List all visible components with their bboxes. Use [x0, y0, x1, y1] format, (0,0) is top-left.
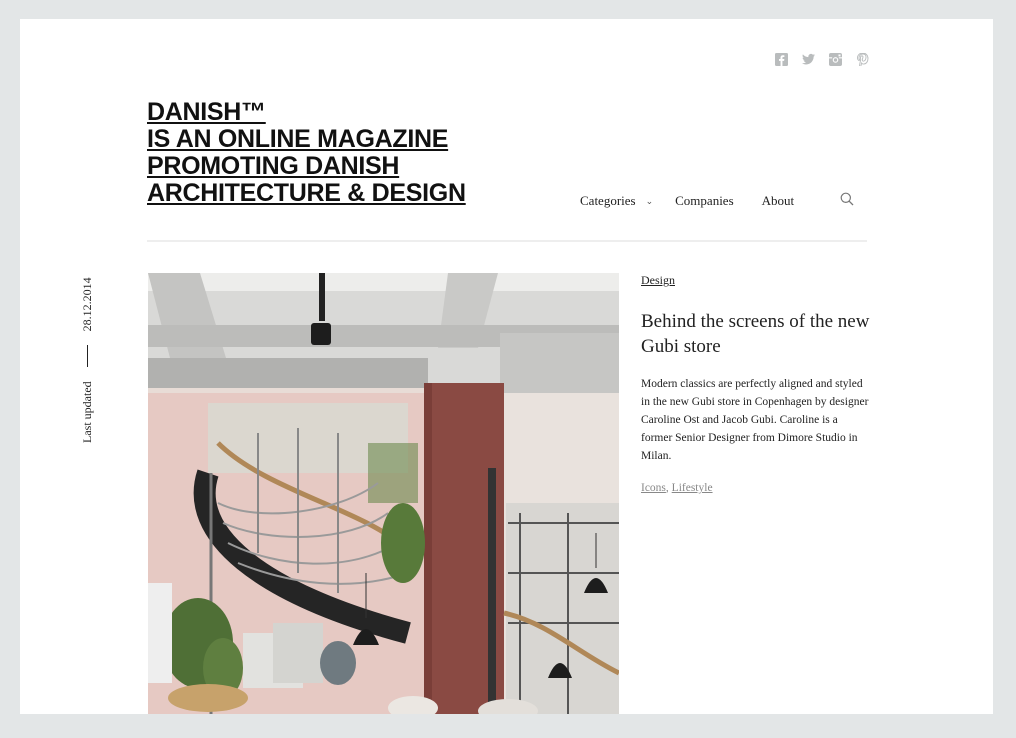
article-title[interactable]: Behind the screens of the new Gubi store: [641, 309, 871, 359]
nav-about[interactable]: About: [762, 193, 795, 209]
search-icon[interactable]: [840, 192, 854, 206]
site-logo[interactable]: DANISH™ IS AN ONLINE MAGAZINE PROMOTING …: [147, 99, 466, 207]
page: DANISH™ IS AN ONLINE MAGAZINE PROMOTING …: [20, 19, 993, 714]
last-updated-meta: Last updated 28.12.2014: [80, 277, 95, 443]
article-hero-image[interactable]: [148, 273, 619, 714]
article-excerpt: Modern classics are perfectly aligned an…: [641, 378, 869, 462]
last-updated-date: 28.12.2014: [80, 277, 94, 332]
last-updated-label: Last updated: [80, 381, 94, 443]
social-links: [775, 53, 869, 66]
logo-line-4: ARCHITECTURE & DESIGN: [147, 179, 466, 207]
logo-line-2: IS AN ONLINE MAGAZINE: [147, 125, 449, 153]
header-divider: [147, 240, 867, 242]
article-tags: Icons, Lifestyle: [641, 482, 871, 494]
pinterest-icon[interactable]: [856, 53, 869, 66]
main-nav: Categories ⌄ Companies About: [580, 193, 794, 209]
facebook-icon[interactable]: [775, 53, 788, 66]
twitter-icon[interactable]: [802, 53, 815, 66]
nav-categories[interactable]: Categories: [580, 193, 636, 209]
instagram-icon[interactable]: [829, 53, 842, 66]
logo-line-1: DANISH™: [147, 98, 266, 126]
tag-link[interactable]: Lifestyle: [672, 482, 713, 494]
meta-dash: [87, 345, 88, 368]
chevron-down-icon[interactable]: ⌄: [646, 196, 654, 207]
nav-companies[interactable]: Companies: [675, 193, 734, 209]
article-teaser: Design Behind the screens of the new Gub…: [641, 271, 871, 494]
logo-line-3: PROMOTING DANISH: [147, 152, 400, 180]
tag-link[interactable]: Icons: [641, 482, 666, 494]
article-category-link[interactable]: Design: [641, 273, 675, 288]
